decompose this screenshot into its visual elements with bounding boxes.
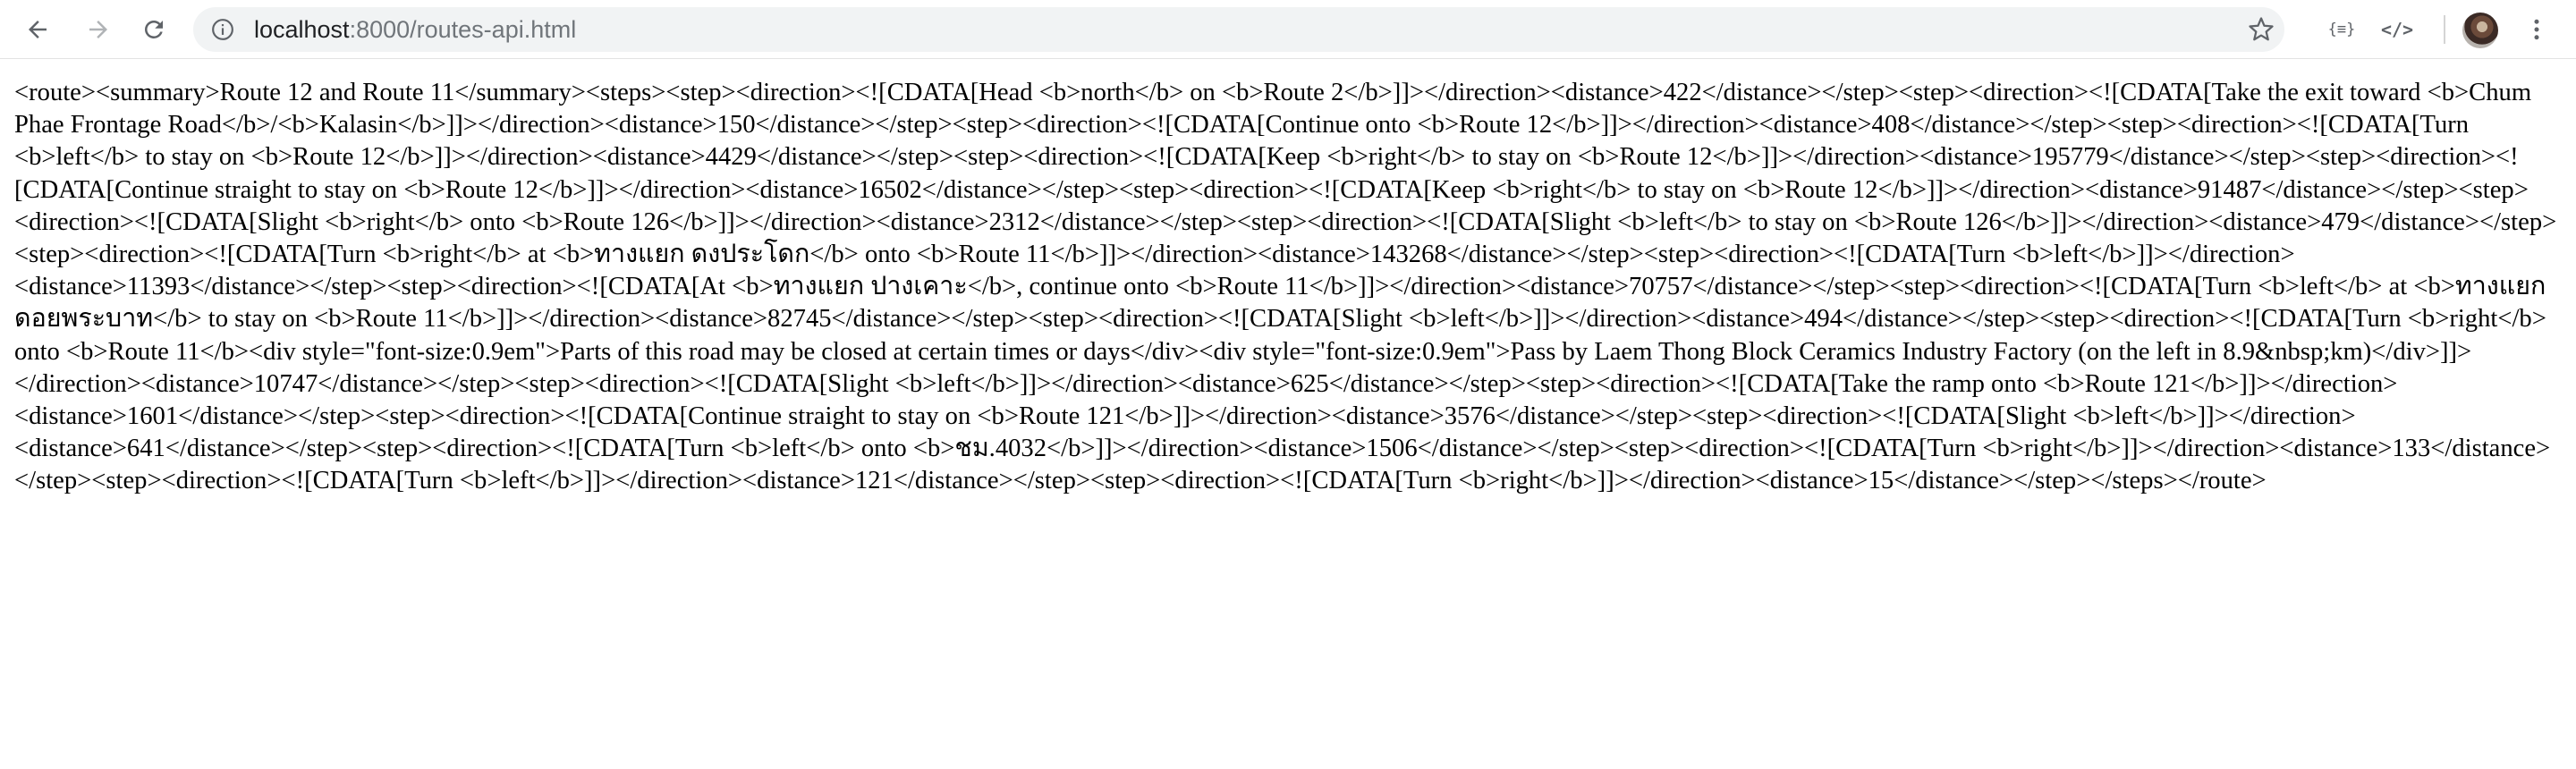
profile-avatar[interactable] (2462, 13, 2498, 48)
browser-menu-button[interactable] (2519, 12, 2555, 47)
code-extension[interactable]: </> (2379, 12, 2415, 47)
arrow-right-icon (89, 21, 107, 38)
json-viewer-icon: {≡} (2327, 21, 2356, 38)
browser-toolbar: localhost:8000/routes-api.html {≡} </> (0, 0, 2576, 59)
url-path: :8000/routes-api.html (349, 16, 577, 43)
reload-button[interactable] (136, 12, 172, 47)
url-host: localhost (254, 16, 350, 43)
info-icon[interactable] (211, 18, 234, 41)
star-icon (2249, 17, 2274, 41)
toolbar-divider (2444, 15, 2445, 44)
back-button[interactable] (20, 12, 55, 47)
bookmark-button[interactable] (2243, 12, 2279, 47)
reload-icon (145, 21, 163, 38)
forward-button[interactable] (80, 12, 116, 47)
arrow-left-icon (29, 21, 47, 38)
code-icon: </> (2380, 19, 2414, 40)
address-bar[interactable]: localhost:8000/routes-api.html (193, 7, 2284, 52)
xml-response-text: <route><summary>Route 12 and Route 11</s… (14, 79, 2557, 495)
three-dot-menu-icon (2534, 19, 2539, 40)
url-text[interactable]: localhost:8000/routes-api.html (254, 7, 576, 52)
json-viewer-extension[interactable]: {≡} (2324, 12, 2360, 47)
